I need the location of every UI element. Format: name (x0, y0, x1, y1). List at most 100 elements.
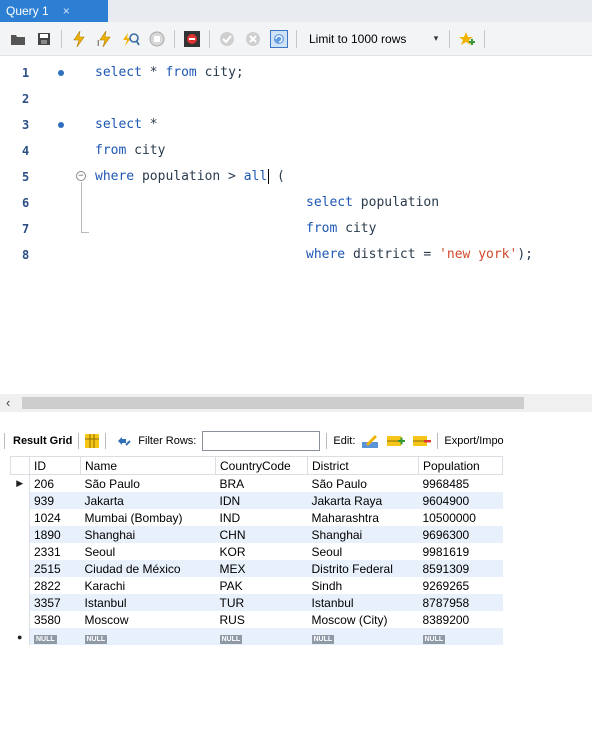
cell-id[interactable]: 939 (29, 492, 81, 509)
delete-row-icon[interactable] (413, 434, 432, 448)
cell-countrycode[interactable]: BRA (215, 474, 308, 492)
editor-horizontal-scrollbar[interactable]: ‹ (0, 394, 592, 412)
save-icon[interactable] (31, 27, 57, 51)
cell-countrycode[interactable]: TUR (215, 594, 308, 611)
cell-population[interactable]: 9696300 (418, 526, 503, 543)
cell-id[interactable]: 1890 (29, 526, 81, 543)
result-grid-tab[interactable]: Result Grid (13, 435, 72, 447)
cell-name[interactable]: Karachi (80, 577, 216, 594)
cell-population[interactable]: 9269265 (418, 577, 503, 594)
cell-district[interactable]: Sindh (307, 577, 419, 594)
cell-district[interactable]: Distrito Federal (307, 560, 419, 577)
cell-countrycode[interactable]: PAK (215, 577, 308, 594)
result-toolbar: Result Grid Filter Rows: Edit: Export/Im… (0, 428, 592, 454)
cell-name[interactable]: São Paulo (80, 474, 216, 492)
edit-cell-icon[interactable] (361, 433, 379, 449)
cell-name[interactable]: Seoul (80, 543, 216, 560)
autocommit-icon[interactable] (266, 27, 292, 51)
column-header-countrycode[interactable]: CountryCode (215, 456, 308, 475)
table-row[interactable]: 1024 Mumbai (Bombay) IND Maharashtra 105… (10, 509, 503, 526)
add-row-icon[interactable] (387, 434, 406, 448)
cell-population[interactable]: 9604900 (418, 492, 503, 509)
cell-id[interactable]: 206 (29, 474, 81, 492)
toolbar-separator (78, 433, 80, 449)
table-row[interactable]: 2515 Ciudad de México MEX Distrito Feder… (10, 560, 503, 577)
chevron-down-icon[interactable]: ▾ (427, 33, 445, 44)
scrollbar-thumb[interactable] (22, 397, 524, 409)
null-badge[interactable]: NULL (311, 634, 335, 644)
cell-population[interactable]: 8787958 (418, 594, 503, 611)
execute-icon[interactable] (66, 27, 92, 51)
code-line: 3 select * (0, 112, 592, 138)
cell-population[interactable]: 10500000 (418, 509, 503, 526)
cell-countrycode[interactable]: MEX (215, 560, 308, 577)
table-row[interactable]: 3357 Istanbul TUR Istanbul 8787958 (10, 594, 503, 611)
cell-id[interactable]: 2331 (29, 543, 81, 560)
cell-name[interactable]: Istanbul (80, 594, 216, 611)
cell-district[interactable]: Shanghai (307, 526, 419, 543)
sql-editor[interactable]: 1 select * from city; 2 3 select * 4 fro… (0, 56, 592, 394)
limit-rows-select[interactable]: Limit to 1000 rows (309, 32, 427, 46)
tab-query-1[interactable]: Query 1 × (0, 0, 108, 22)
stop-icon[interactable] (144, 27, 170, 51)
table-row[interactable]: ▶ 206 São Paulo BRA São Paulo 9968485 (10, 474, 503, 492)
cell-countrycode[interactable]: RUS (215, 611, 308, 628)
cell-id[interactable]: 2515 (29, 560, 81, 577)
cell-countrycode[interactable]: IDN (215, 492, 308, 509)
column-header-name[interactable]: Name (80, 456, 216, 475)
cell-id[interactable]: 3357 (29, 594, 81, 611)
cell-id[interactable]: 2822 (29, 577, 81, 594)
export-import-label[interactable]: Export/Impo (444, 435, 503, 447)
explain-icon[interactable] (118, 27, 144, 51)
table-row[interactable]: 1890 Shanghai CHN Shanghai 9696300 (10, 526, 503, 543)
cell-district[interactable]: Maharashtra (307, 509, 419, 526)
cell-population[interactable]: 9968485 (418, 474, 503, 492)
cell-population[interactable]: 9981619 (418, 543, 503, 560)
cell-name[interactable]: Jakarta (80, 492, 216, 509)
cell-countrycode[interactable]: IND (215, 509, 308, 526)
column-header-district[interactable]: District (307, 456, 419, 475)
cell-population[interactable]: 8389200 (418, 611, 503, 628)
cell-district[interactable]: São Paulo (307, 474, 419, 492)
toggle-error-icon[interactable] (179, 27, 205, 51)
cell-name[interactable]: Ciudad de México (80, 560, 216, 577)
cell-district[interactable]: Moscow (City) (307, 611, 419, 628)
toolbar-separator (4, 433, 5, 449)
null-badge[interactable]: NULL (422, 634, 446, 644)
cell-id[interactable]: 1024 (29, 509, 81, 526)
row-header-corner (10, 456, 30, 475)
cell-district[interactable]: Istanbul (307, 594, 419, 611)
column-header-population[interactable]: Population (418, 456, 503, 475)
cell-name[interactable]: Shanghai (80, 526, 216, 543)
grid-view-icon[interactable] (85, 434, 100, 448)
null-badge[interactable]: NULL (84, 634, 108, 644)
scroll-left-icon[interactable]: ‹ (6, 394, 10, 412)
rollback-icon[interactable] (240, 27, 266, 51)
cell-countrycode[interactable]: CHN (215, 526, 308, 543)
cell-district[interactable]: Jakarta Raya (307, 492, 419, 509)
table-row[interactable]: 2822 Karachi PAK Sindh 9269265 (10, 577, 503, 594)
cell-name[interactable]: Mumbai (Bombay) (80, 509, 216, 526)
folder-icon[interactable] (5, 27, 31, 51)
table-row[interactable]: 2331 Seoul KOR Seoul 9981619 (10, 543, 503, 560)
cell-population[interactable]: 8591309 (418, 560, 503, 577)
cell-countrycode[interactable]: KOR (215, 543, 308, 560)
new-row[interactable]: ● NULL NULL NULL NULL NULL (10, 628, 503, 645)
filter-rows-input[interactable] (202, 431, 321, 451)
table-row[interactable]: 3580 Moscow RUS Moscow (City) 8389200 (10, 611, 503, 628)
editor-toolbar: I Limit to 1000 rows ▾ (0, 22, 592, 56)
commit-icon[interactable] (214, 27, 240, 51)
cell-district[interactable]: Seoul (307, 543, 419, 560)
null-badge[interactable]: NULL (219, 634, 243, 644)
add-snippet-icon[interactable] (454, 27, 480, 51)
execute-current-icon[interactable]: I (92, 27, 118, 51)
close-icon[interactable]: × (63, 4, 70, 18)
null-badge[interactable]: NULL (34, 634, 57, 644)
cell-id[interactable]: 3580 (29, 611, 81, 628)
table-row[interactable]: 939 Jakarta IDN Jakarta Raya 9604900 (10, 492, 503, 509)
refresh-icon[interactable] (116, 434, 132, 448)
fold-toggle-icon[interactable]: − (76, 171, 86, 181)
tab-title: Query 1 (6, 4, 49, 18)
column-header-id[interactable]: ID (29, 456, 81, 475)
cell-name[interactable]: Moscow (80, 611, 216, 628)
